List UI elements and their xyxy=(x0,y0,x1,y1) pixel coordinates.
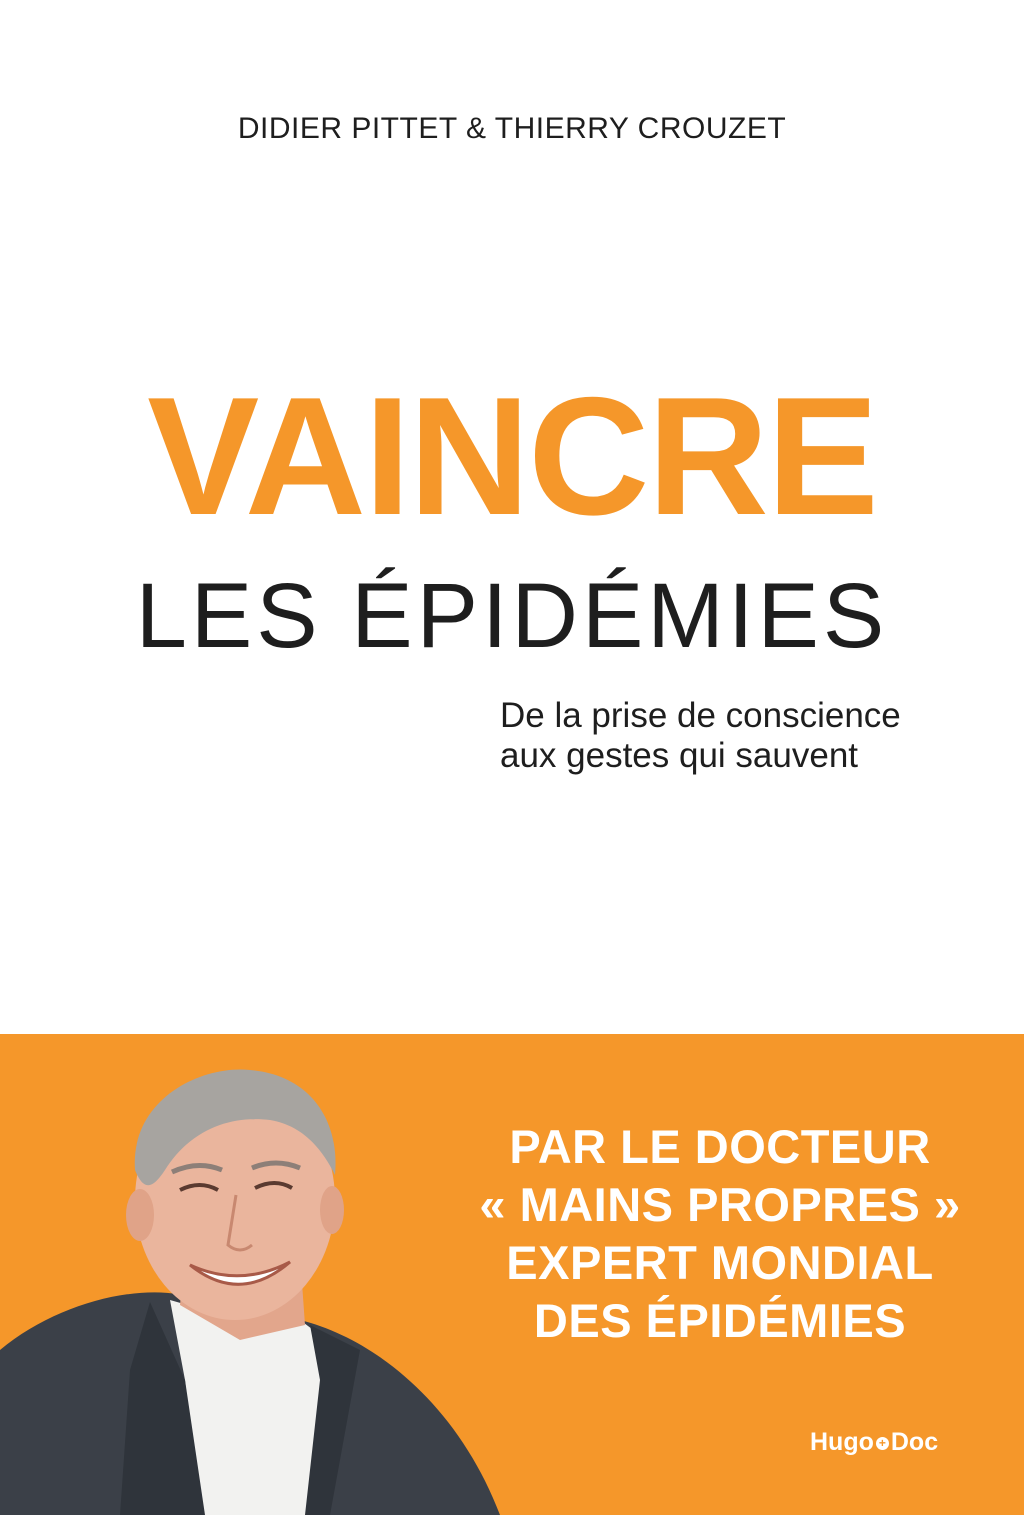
tagline: PAR LE DOCTEUR « MAINS PROPRES » EXPERT … xyxy=(440,1118,1000,1350)
subtitle-line: De la prise de conscience xyxy=(500,696,901,735)
book-cover: DIDIER PITTET & THIERRY CROUZET VAINCRE … xyxy=(0,0,1024,1515)
publisher-logo: Hugo + Doc xyxy=(810,1428,938,1457)
plus-icon: + xyxy=(875,1436,889,1450)
title-sub: LES ÉPIDÉMIES xyxy=(135,565,889,667)
authors: DIDIER PITTET & THIERRY CROUZET xyxy=(237,112,787,145)
ear-left xyxy=(126,1189,154,1241)
subtitle: De la prise de conscience aux gestes qui… xyxy=(500,696,980,776)
title-main: VAINCRE xyxy=(147,362,879,550)
publisher-left: Hugo xyxy=(810,1428,874,1456)
tagline-line: « MAINS PROPRES » xyxy=(479,1178,961,1231)
publisher-right: Doc xyxy=(890,1428,939,1456)
tagline-line: DES ÉPIDÉMIES xyxy=(533,1294,907,1347)
subtitle-line: aux gestes qui sauvent xyxy=(500,736,859,775)
tagline-line: PAR LE DOCTEUR xyxy=(509,1120,931,1173)
ear-right xyxy=(320,1186,344,1234)
tagline-line: EXPERT MONDIAL xyxy=(506,1236,934,1289)
